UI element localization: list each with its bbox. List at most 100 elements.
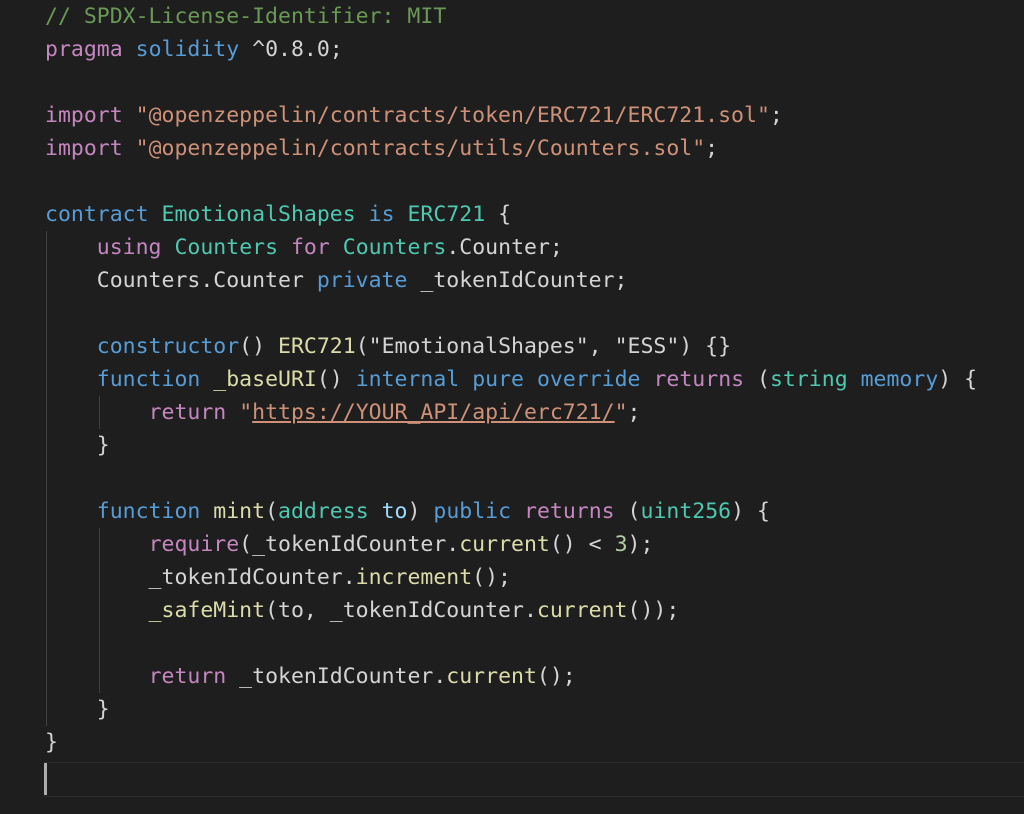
indent-guide-contract <box>46 231 47 726</box>
code-token: is <box>368 202 395 227</box>
code-line[interactable]: return "https://YOUR_API/api/erc721/"; <box>45 396 641 429</box>
code-line[interactable]: // SPDX-License-Identifier: MIT <box>45 0 446 33</box>
code-token: for <box>290 235 330 260</box>
code-line[interactable]: _tokenIdCounter.increment(); <box>45 561 511 594</box>
code-token: _baseURI <box>213 367 317 392</box>
code-line[interactable]: import "@openzeppelin/contracts/utils/Co… <box>45 132 718 165</box>
code-token: increment <box>355 565 473 590</box>
code-line[interactable]: } <box>45 429 110 462</box>
code-line[interactable]: _safeMint(to, _tokenIdCounter.current())… <box>45 594 680 627</box>
code-token: to <box>381 499 408 524</box>
code-token: { <box>485 202 512 227</box>
text-caret <box>44 763 47 795</box>
code-token: ; <box>769 103 783 128</box>
code-token: pure <box>472 367 524 392</box>
code-token: _tokenIdCounter; <box>407 268 628 293</box>
code-token: (); <box>472 565 512 590</box>
code-line[interactable]: require(_tokenIdCounter.current() < 3); <box>45 528 654 561</box>
code-line[interactable]: contract EmotionalShapes is ERC721 { <box>45 198 511 231</box>
code-token: ("EmotionalShapes", "ESS") {} <box>355 334 732 359</box>
current-line-highlight <box>44 762 1024 797</box>
code-editor[interactable]: // SPDX-License-Identifier: MIT pragma so… <box>0 0 1024 814</box>
code-token: ) <box>407 499 434 524</box>
code-token: contract <box>45 202 149 227</box>
code-token: ) { <box>938 367 978 392</box>
code-token: using <box>96 235 162 260</box>
code-token: () <box>316 367 356 392</box>
code-token: ( <box>265 499 279 524</box>
code-token: https://YOUR_API/api/erc721/ <box>252 400 615 425</box>
code-token: current <box>446 664 537 689</box>
code-token: returns <box>524 499 615 524</box>
code-token: Counters.Counter <box>45 268 317 293</box>
code-token: .Counter; <box>446 235 563 260</box>
code-line[interactable]: } <box>45 726 58 759</box>
code-token: (to, _tokenIdCounter. <box>265 598 537 623</box>
code-line[interactable]: Counters.Counter private _tokenIdCounter… <box>45 264 628 297</box>
code-token: " <box>614 400 628 425</box>
code-token: internal <box>355 367 460 392</box>
code-line[interactable]: import "@openzeppelin/contracts/token/ER… <box>45 99 783 132</box>
code-token: ()); <box>627 598 680 623</box>
code-line[interactable]: constructor() ERC721("EmotionalShapes", … <box>45 330 731 363</box>
code-token: import <box>45 136 123 161</box>
code-token: } <box>45 433 110 458</box>
code-token: string <box>769 367 848 392</box>
code-token: "@openzeppelin/contracts/utils/Counters.… <box>135 136 706 161</box>
code-token: // SPDX-License-Identifier: MIT <box>45 4 447 29</box>
code-token: Counters <box>342 235 447 260</box>
code-token: mint <box>213 499 266 524</box>
code-token: () < <box>549 532 615 557</box>
code-token: " <box>239 400 253 425</box>
code-token: ^0.8.0; <box>239 37 343 62</box>
code-token: ; <box>705 136 719 161</box>
code-line[interactable]: return _tokenIdCounter.current(); <box>45 660 576 693</box>
code-token: returns <box>653 367 745 392</box>
code-token: return <box>148 400 227 425</box>
code-token: ( <box>744 367 770 392</box>
code-token: (); <box>536 664 576 689</box>
code-token: ; <box>627 400 641 425</box>
code-token: EmotionalShapes <box>161 202 356 227</box>
code-token: ERC721 <box>407 202 486 227</box>
code-line[interactable]: pragma solidity ^0.8.0; <box>45 33 343 66</box>
code-token: solidity <box>135 37 240 62</box>
code-token: function <box>96 499 201 524</box>
code-line[interactable]: using Counters for Counters.Counter; <box>45 231 563 264</box>
code-token: _tokenIdCounter. <box>226 664 447 689</box>
code-token: return <box>148 664 227 689</box>
code-token: current <box>459 532 550 557</box>
code-token: address <box>278 499 369 524</box>
code-line[interactable]: } <box>45 693 110 726</box>
code-token: ERC721 <box>278 334 356 359</box>
code-line[interactable]: function mint(address to) public returns… <box>45 495 770 528</box>
code-line[interactable]: function _baseURI() internal pure overri… <box>45 363 977 396</box>
code-token: override <box>536 367 641 392</box>
code-token: _safeMint <box>148 598 266 623</box>
code-token: require <box>148 532 240 557</box>
code-token: () <box>239 334 279 359</box>
